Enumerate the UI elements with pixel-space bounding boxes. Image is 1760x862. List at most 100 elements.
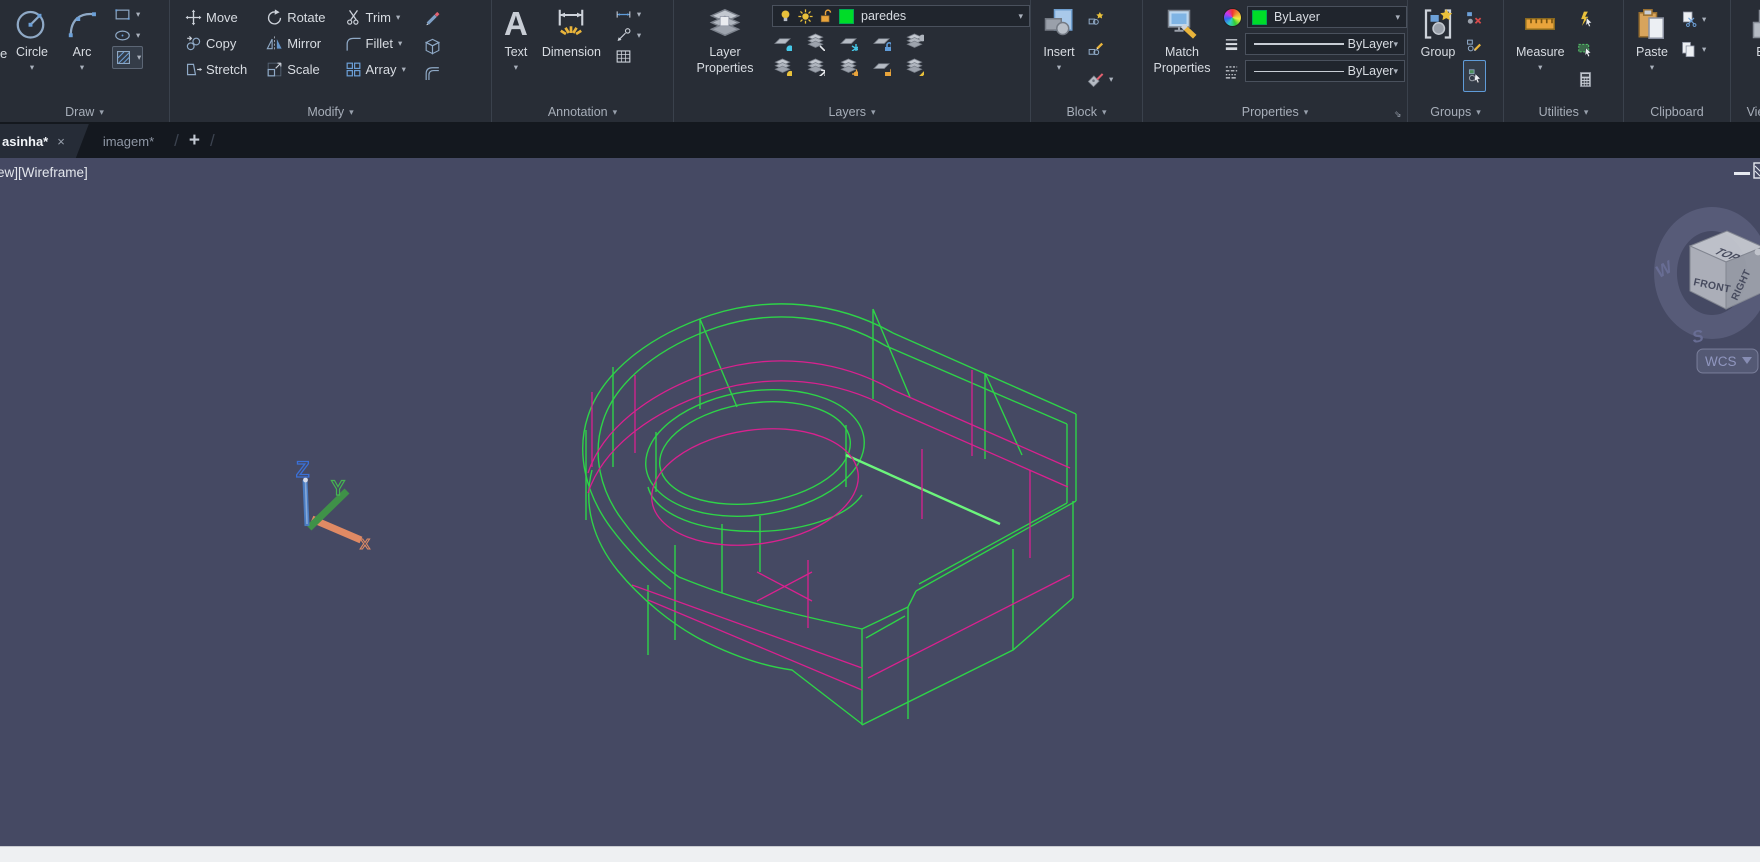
eraser-pencil-icon <box>423 9 442 28</box>
layer-properties-button[interactable]: Layer Properties <box>688 4 762 78</box>
wireframe-highlight-edge <box>846 455 1000 524</box>
layer-make-current-button[interactable] <box>904 31 925 52</box>
layer-match-button[interactable] <box>904 56 925 77</box>
properties-panel-label[interactable]: Properties▾ <box>1143 101 1407 122</box>
layer-dropdown[interactable]: paredes ▾ <box>772 5 1030 27</box>
chevron-down-icon: ▾ <box>637 9 641 20</box>
restore-icon[interactable] <box>1754 163 1760 178</box>
cube-icon <box>423 37 442 56</box>
measure-button[interactable]: Measure ▾ <box>1512 4 1569 75</box>
trim-button[interactable]: Trim▾ <box>342 4 408 30</box>
group-button[interactable]: Group <box>1416 4 1460 63</box>
view-panel-label: View <box>1731 101 1760 122</box>
object-color-dropdown[interactable]: ByLayer ▾ <box>1247 6 1407 28</box>
annotation-panel-label[interactable]: Annotation▾ <box>492 101 673 122</box>
chevron-down-icon: ▾ <box>514 62 518 73</box>
groups-panel-label[interactable]: Groups▾ <box>1408 101 1503 122</box>
tab-casinha[interactable]: asinha* × <box>0 124 89 158</box>
insert-button[interactable]: Insert ▾ <box>1037 4 1081 75</box>
layer-thaw-icon <box>839 57 858 76</box>
layer-lock-button[interactable] <box>871 31 892 52</box>
copy-clip-button[interactable]: ▾ <box>1678 34 1707 64</box>
group-edit-button[interactable] <box>1463 32 1486 60</box>
quick-calculator-button[interactable] <box>1575 64 1596 94</box>
array-button[interactable]: Array▾ <box>342 56 408 82</box>
match-properties-button[interactable]: Match Properties <box>1147 4 1217 78</box>
copy-icon <box>184 34 203 53</box>
ribbon-panel-modify: Move Copy Stretch Rotate Mirror Scale Tr… <box>170 0 492 122</box>
table-button[interactable] <box>613 46 642 67</box>
rectangle-button[interactable]: ▾ <box>112 4 143 25</box>
quick-select-button[interactable] <box>1575 4 1596 34</box>
scale-button[interactable]: Scale <box>263 56 327 82</box>
copy-button[interactable]: Copy <box>182 30 249 56</box>
minimize-icon[interactable] <box>1734 172 1750 175</box>
select-similar-button[interactable] <box>1575 34 1596 64</box>
ribbon-panel-groups: Group Groups▾ <box>1408 0 1504 122</box>
utilities-panel-label[interactable]: Utilities▾ <box>1504 101 1623 122</box>
fillet-button[interactable]: Fillet▾ <box>342 30 408 56</box>
explode-button[interactable] <box>422 32 443 60</box>
match-properties-icon <box>1164 6 1200 42</box>
linear-dimension-button[interactable]: ▾ <box>613 4 642 25</box>
draw-panel-label[interactable]: Draw▾ <box>0 101 169 122</box>
chevron-down-icon: ▾ <box>871 107 876 118</box>
create-block-button[interactable] <box>1085 4 1114 34</box>
lineweight-dropdown[interactable]: ByLayer ▾ <box>1245 33 1405 55</box>
ribbon-panel-draw: e Circle ▾ Arc ▾ ▾ ▾ ▾ Draw▾ <box>0 0 170 122</box>
hatch-button[interactable]: ▾ <box>112 46 143 69</box>
paste-button[interactable]: Paste ▾ <box>1630 4 1674 75</box>
viewport-controls-label[interactable]: ew][Wireframe] <box>0 165 88 180</box>
dimension-button[interactable]: Dimension <box>538 4 605 63</box>
move-button[interactable]: Move <box>182 4 249 30</box>
layer-freeze-button[interactable] <box>838 31 859 52</box>
stretch-button[interactable]: Stretch <box>182 56 249 82</box>
layer-unlock-button[interactable] <box>871 56 892 77</box>
layer-isolate-button[interactable] <box>805 31 826 52</box>
arc-button[interactable]: Arc ▾ <box>60 4 104 75</box>
layer-sun-icon <box>797 8 814 25</box>
ellipse-button[interactable]: ▾ <box>112 25 143 46</box>
layers-panel-label[interactable]: Layers▾ <box>674 101 1030 122</box>
chevron-down-icon: ▾ <box>1476 107 1481 118</box>
offset-button[interactable] <box>422 60 443 88</box>
close-icon[interactable]: × <box>57 134 65 149</box>
base-view-button[interactable]: Bas ▾ <box>1745 4 1760 75</box>
lineweight-sample <box>1254 43 1344 45</box>
wcs-dropdown[interactable]: WCS <box>1697 349 1758 373</box>
wireframe-model-magenta <box>588 361 1070 690</box>
layer-unisolate-button[interactable] <box>805 56 826 77</box>
layer-thaw-button[interactable] <box>838 56 859 77</box>
select-similar-icon <box>1576 40 1595 59</box>
block-panel-label[interactable]: Block▾ <box>1031 101 1142 122</box>
layer-on-button[interactable] <box>772 56 793 77</box>
mirror-icon <box>265 34 284 53</box>
edit-block-button[interactable] <box>1085 34 1114 64</box>
color-wheel-icon[interactable] <box>1223 8 1242 27</box>
linetype-dropdown[interactable]: ByLayer ▾ <box>1245 60 1405 82</box>
layer-unlock-tool-icon <box>872 57 891 76</box>
group-selection-toggle[interactable] <box>1463 60 1486 92</box>
cut-button[interactable]: ▾ <box>1678 4 1707 34</box>
chevron-down-icon: ▾ <box>99 107 104 118</box>
viewcube[interactable]: W S TOP FRONT RIGHT <box>1652 207 1760 347</box>
leader-button[interactable]: ▾ <box>613 25 642 46</box>
new-tab-button[interactable]: + <box>189 130 200 152</box>
lineweight-icon[interactable] <box>1223 36 1240 53</box>
ungroup-button[interactable] <box>1463 4 1486 32</box>
define-attributes-button[interactable]: ▾ <box>1085 64 1114 94</box>
modify-panel-label[interactable]: Modify▾ <box>170 101 491 122</box>
circle-button[interactable]: Circle ▾ <box>10 4 54 75</box>
tab-imagem[interactable]: imagem* <box>89 124 168 158</box>
text-button[interactable]: A Text ▾ <box>500 4 532 75</box>
linetype-icon[interactable] <box>1223 63 1240 80</box>
dimension-icon <box>553 6 589 42</box>
model-viewport[interactable]: ew][Wireframe] W S TOP FRONT RIGHT <box>0 158 1760 846</box>
layer-color-swatch <box>839 9 854 24</box>
mirror-button[interactable]: Mirror <box>263 30 327 56</box>
properties-dialog-launcher[interactable]: ⇘ <box>1394 109 1404 119</box>
erase-button[interactable] <box>422 4 443 32</box>
layer-off-button[interactable] <box>772 31 793 52</box>
rotate-button[interactable]: Rotate <box>263 4 327 30</box>
layer-lock-icon <box>872 32 891 51</box>
